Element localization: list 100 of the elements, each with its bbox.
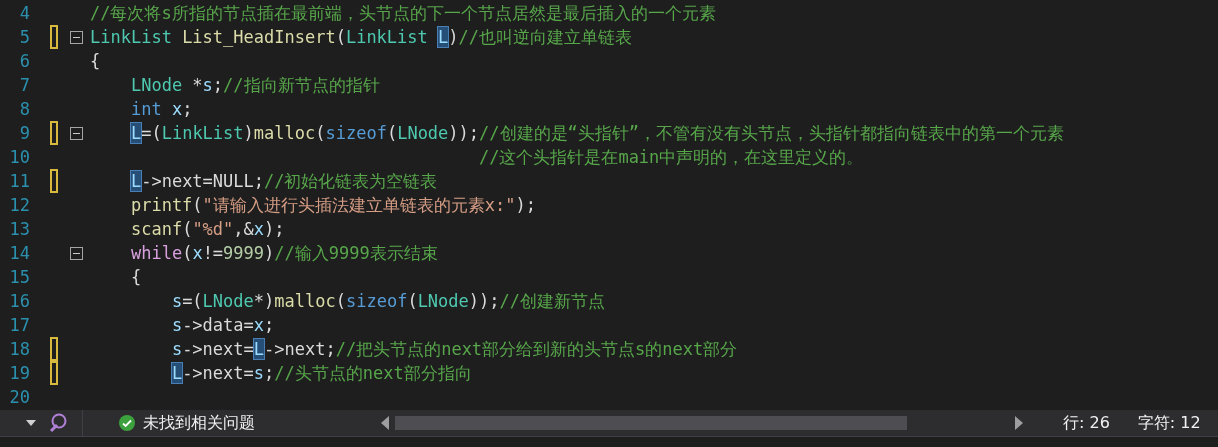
code-text: ->next= bbox=[182, 363, 254, 383]
line-number: 16 bbox=[8, 291, 30, 311]
identifier: s bbox=[171, 315, 183, 335]
code-comment: //头节点的next部分指向 bbox=[274, 361, 472, 385]
line-number: 15 bbox=[8, 267, 30, 287]
function-name: malloc bbox=[274, 291, 336, 311]
code-comment: //初始化链表为空链表 bbox=[264, 169, 438, 193]
highlighted-symbol: L bbox=[130, 171, 142, 191]
identifier: x bbox=[253, 315, 265, 335]
identifier: s bbox=[202, 75, 213, 95]
check-circle-icon bbox=[119, 415, 135, 431]
code-text: ->next=NULL; bbox=[141, 171, 264, 191]
keyword: sizeof bbox=[325, 123, 387, 143]
line-number: 11 bbox=[8, 171, 30, 191]
code-comment: //输入9999表示结束 bbox=[274, 241, 438, 265]
function-name: List_HeadInsert bbox=[182, 27, 336, 47]
code-text: ( bbox=[335, 27, 346, 47]
function-name: malloc bbox=[253, 123, 316, 143]
highlighted-symbol: L bbox=[253, 339, 265, 359]
identifier: x bbox=[171, 99, 183, 119]
number-literal: 9999 bbox=[223, 243, 265, 263]
line-number: 14 bbox=[8, 243, 30, 263]
highlighted-symbol: L bbox=[438, 27, 449, 47]
status-message: 未找到相关问题 bbox=[143, 412, 255, 434]
type-name: LinkList bbox=[345, 27, 428, 47]
collapse-icon[interactable] bbox=[69, 126, 83, 140]
identifier: x bbox=[192, 243, 203, 263]
code-text: ; bbox=[182, 99, 193, 119]
line-number: 8 bbox=[18, 99, 30, 119]
code-text: ( bbox=[182, 219, 193, 239]
line-number: 9 bbox=[18, 123, 30, 143]
line-number: 4 bbox=[18, 3, 30, 23]
code-text: ); bbox=[264, 219, 285, 239]
code-comment: //把头节点的next部分给到新的头节点s的next部分 bbox=[335, 337, 738, 361]
code-text: ); bbox=[515, 195, 537, 215]
type-name: LNode bbox=[130, 75, 183, 95]
keyword: sizeof bbox=[345, 291, 408, 311]
code-text: )); bbox=[448, 123, 480, 143]
line-number: 13 bbox=[8, 219, 30, 239]
highlighted-symbol: L bbox=[171, 363, 183, 383]
code-text: =( bbox=[182, 291, 203, 311]
string-literal: "%d" bbox=[192, 219, 234, 239]
code-text: ->next; bbox=[264, 339, 336, 359]
line-indicator: 行: 26 bbox=[1063, 412, 1110, 434]
type-name: LNode bbox=[202, 291, 254, 311]
code-comment: //创建新节点 bbox=[499, 289, 605, 313]
line-number: 5 bbox=[18, 27, 30, 47]
collapse-icon[interactable] bbox=[69, 30, 83, 44]
code-text: ( bbox=[182, 243, 193, 263]
identifier: s bbox=[253, 363, 265, 383]
code-text: ->next= bbox=[182, 339, 254, 359]
code-text: ) bbox=[243, 123, 254, 143]
line-number: 12 bbox=[8, 195, 30, 215]
code-text: ) bbox=[264, 243, 275, 263]
scroll-left-icon[interactable] bbox=[381, 416, 389, 430]
keyword: int bbox=[130, 99, 162, 119]
scroll-right-icon[interactable] bbox=[1015, 416, 1023, 430]
code-text: { bbox=[130, 267, 142, 287]
code-text: ) bbox=[448, 27, 459, 47]
type-name: LNode bbox=[397, 123, 449, 143]
identifier: s bbox=[171, 339, 183, 359]
line-number: 7 bbox=[18, 75, 30, 95]
column-indicator: 字符: 12 bbox=[1137, 412, 1201, 434]
code-text: *) bbox=[253, 291, 275, 311]
line-number: 6 bbox=[18, 51, 30, 71]
code-text: ; bbox=[264, 315, 275, 335]
code-text: { bbox=[90, 51, 101, 71]
line-number: 18 bbox=[8, 339, 30, 359]
code-text: ; bbox=[212, 75, 224, 95]
code-text: ( bbox=[386, 123, 398, 143]
line-number: 17 bbox=[8, 315, 30, 335]
type-name: LinkList bbox=[90, 27, 172, 47]
line-number: 20 bbox=[8, 387, 30, 407]
code-text: ( bbox=[407, 291, 418, 311]
identifier: s bbox=[171, 291, 183, 311]
code-text: ,& bbox=[233, 219, 254, 239]
code-comment: //也叫逆向建立单链表 bbox=[458, 25, 632, 49]
code-text: * bbox=[192, 75, 203, 95]
line-number: 19 bbox=[8, 363, 30, 383]
code-comment: //这个头指针是在main中声明的，在这里定义的。 bbox=[478, 145, 864, 169]
type-name: LinkList bbox=[161, 123, 244, 143]
identifier: x bbox=[253, 219, 265, 239]
code-comment: //创建的是“头指针”，不管有没有头节点，头指针都指向链表中的第一个元素 bbox=[479, 121, 1064, 145]
code-text: ( bbox=[192, 195, 203, 215]
code-text: ->data= bbox=[182, 315, 254, 335]
function-name: printf bbox=[130, 195, 193, 215]
caret-icon[interactable] bbox=[26, 420, 36, 426]
code-text: ( bbox=[335, 291, 346, 311]
collapse-icon[interactable] bbox=[69, 246, 83, 260]
keyword: while bbox=[130, 243, 183, 263]
type-name: LNode bbox=[417, 291, 469, 311]
code-text: )); bbox=[468, 291, 500, 311]
highlighted-symbol: L bbox=[130, 123, 142, 143]
code-comment: //每次将s所指的节点插在最前端，头节点的下一个节点居然是最后插入的一个元素 bbox=[90, 1, 716, 25]
function-name: scanf bbox=[130, 219, 183, 239]
code-text: ; bbox=[264, 363, 275, 383]
code-text: != bbox=[202, 243, 224, 263]
code-text: ( bbox=[315, 123, 326, 143]
code-comment: //指向新节点的指针 bbox=[223, 73, 380, 97]
line-number: 10 bbox=[8, 147, 30, 167]
